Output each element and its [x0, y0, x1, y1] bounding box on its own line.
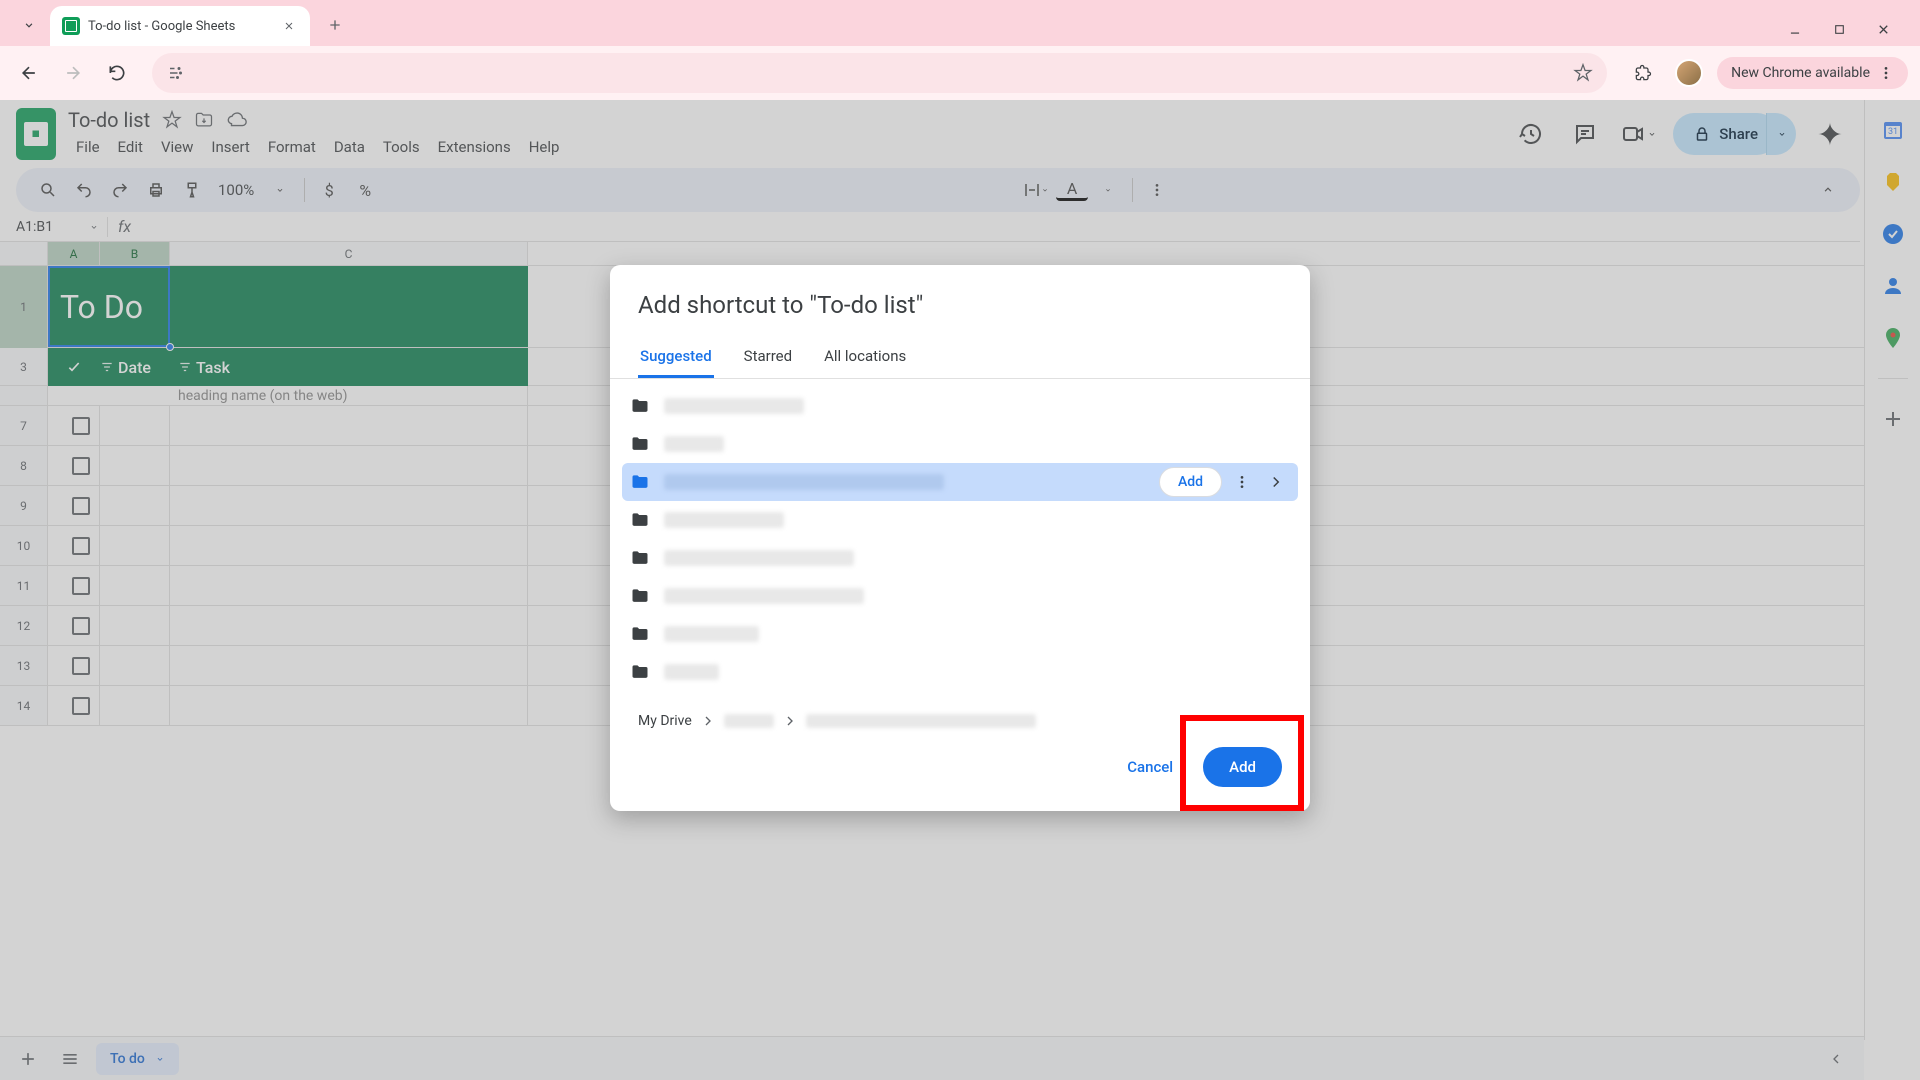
breadcrumb-redacted[interactable]: [806, 714, 1036, 728]
puzzle-icon: [1633, 63, 1653, 83]
folder-icon: [630, 548, 650, 568]
back-button[interactable]: [12, 56, 46, 90]
tab-suggested[interactable]: Suggested: [638, 337, 714, 378]
browser-tab[interactable]: To-do list - Google Sheets: [50, 6, 310, 46]
minimize-button[interactable]: [1786, 20, 1804, 38]
tab-title: To-do list - Google Sheets: [88, 19, 272, 34]
tab-strip: To-do list - Google Sheets: [0, 0, 1920, 46]
folder-icon: [630, 396, 650, 416]
modal-breadcrumb: My Drive: [610, 699, 1310, 729]
tab-all-locations[interactable]: All locations: [822, 337, 908, 378]
modal-title: Add shortcut to "To-do list": [610, 265, 1310, 337]
maximize-icon: [1833, 23, 1846, 36]
add-button[interactable]: Add: [1203, 747, 1282, 787]
plus-icon: [327, 17, 343, 33]
breadcrumb-root[interactable]: My Drive: [638, 713, 692, 729]
folder-icon: [630, 434, 650, 454]
folder-row[interactable]: [622, 577, 1298, 615]
arrow-right-icon: [63, 63, 83, 83]
chevron-right-icon: [700, 713, 716, 729]
browser-chrome: To-do list - Google Sheets New Chrome av…: [0, 0, 1920, 100]
folder-row[interactable]: [622, 615, 1298, 653]
maximize-button[interactable]: [1830, 20, 1848, 38]
folder-row[interactable]: [622, 539, 1298, 577]
row-add-button[interactable]: Add: [1159, 467, 1222, 497]
folder-name-redacted: [664, 664, 719, 680]
arrow-left-icon: [19, 63, 39, 83]
tab-search-dropdown[interactable]: [12, 8, 46, 42]
folder-icon: [630, 662, 650, 682]
chevron-down-icon: [22, 18, 36, 32]
star-icon: [1573, 63, 1593, 83]
add-shortcut-modal: Add shortcut to "To-do list" Suggested S…: [610, 265, 1310, 811]
folder-row[interactable]: [622, 653, 1298, 691]
address-bar[interactable]: [152, 53, 1607, 93]
sheets-app: To-do list FileEditViewInsertFormatDataT…: [0, 100, 1920, 1080]
folder-icon: [630, 624, 650, 644]
avatar-icon: [1675, 59, 1703, 87]
row-more-button[interactable]: [1228, 468, 1256, 496]
window-controls: [1786, 20, 1912, 46]
modal-footer: Cancel Add: [610, 729, 1310, 811]
minimize-icon: [1788, 22, 1802, 36]
chevron-right-icon: [1267, 473, 1285, 491]
folder-row[interactable]: [622, 501, 1298, 539]
folder-name-redacted: [664, 550, 854, 566]
folder-name-redacted: [664, 588, 864, 604]
tab-close-button[interactable]: [280, 17, 298, 35]
folder-name-redacted: [664, 398, 804, 414]
folder-row[interactable]: [622, 425, 1298, 463]
sheets-favicon-icon: [62, 17, 80, 35]
folder-name-redacted: [664, 512, 784, 528]
folder-name-redacted: [664, 626, 759, 642]
close-icon: [1876, 22, 1891, 37]
folder-list: Add: [610, 379, 1310, 699]
reload-icon: [107, 63, 127, 83]
chrome-update-button[interactable]: New Chrome available: [1717, 57, 1908, 89]
breadcrumb-redacted[interactable]: [724, 714, 774, 728]
new-tab-button[interactable]: [318, 8, 352, 42]
folder-name-redacted: [664, 474, 944, 490]
profile-button[interactable]: [1671, 55, 1707, 91]
close-window-button[interactable]: [1874, 20, 1892, 38]
more-vert-icon: [1878, 65, 1894, 81]
extensions-button[interactable]: [1625, 55, 1661, 91]
tab-starred[interactable]: Starred: [742, 337, 794, 378]
modal-tabs: Suggested Starred All locations: [610, 337, 1310, 379]
folder-icon: [630, 586, 650, 606]
folder-icon: [630, 510, 650, 530]
modal-overlay: Add shortcut to "To-do list" Suggested S…: [0, 100, 1920, 1080]
browser-toolbar: New Chrome available: [0, 46, 1920, 100]
cancel-button[interactable]: Cancel: [1113, 748, 1187, 786]
row-open-button[interactable]: [1262, 468, 1290, 496]
close-icon: [283, 20, 295, 32]
folder-name-redacted: [664, 436, 724, 452]
bookmark-button[interactable]: [1573, 63, 1593, 83]
more-vert-icon: [1234, 474, 1250, 490]
folder-row[interactable]: [622, 387, 1298, 425]
chrome-update-label: New Chrome available: [1731, 65, 1870, 81]
site-settings-icon[interactable]: [166, 63, 186, 83]
reload-button[interactable]: [100, 56, 134, 90]
folder-row[interactable]: Add: [622, 463, 1298, 501]
folder-icon: [630, 472, 650, 492]
chevron-right-icon: [782, 713, 798, 729]
forward-button[interactable]: [56, 56, 90, 90]
